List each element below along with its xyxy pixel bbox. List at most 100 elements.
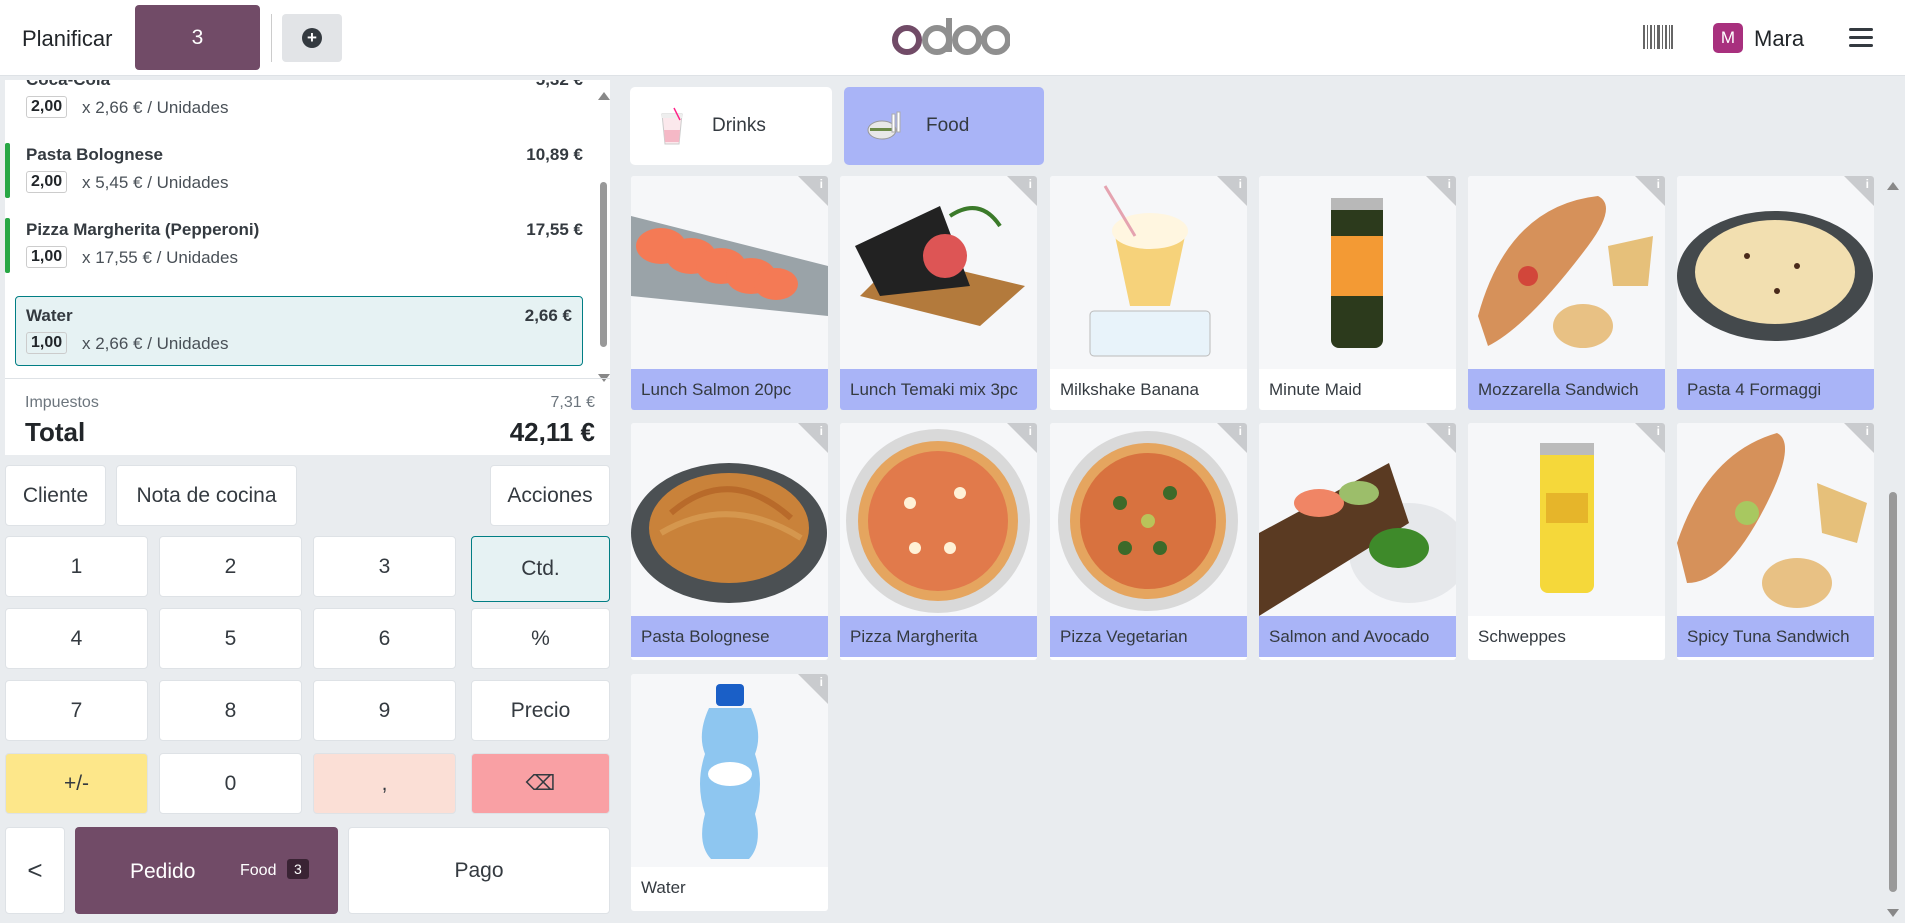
product-name: Water (641, 878, 686, 897)
order-line-name: Coca-Cola (26, 80, 110, 90)
divider (271, 14, 272, 62)
numpad-plus-minus[interactable]: +/- (5, 753, 148, 814)
numpad-9[interactable]: 9 (313, 680, 456, 741)
tax-value: 7,31 € (550, 394, 595, 411)
info-icon[interactable] (1217, 176, 1247, 206)
order-line[interactable]: Pasta Bolognese 10,89 € 2,00 x 5,45 € / … (5, 136, 593, 206)
odoo-logo (892, 18, 1010, 55)
numpad-1[interactable]: 1 (5, 536, 148, 597)
actions-button[interactable]: Acciones (490, 465, 610, 526)
info-icon[interactable] (1635, 423, 1665, 453)
customer-button[interactable]: Cliente (5, 465, 106, 526)
tax-label: Impuestos (25, 394, 99, 411)
order-line-qty: 2,00 (26, 96, 68, 118)
product-card[interactable]: i Schweppes (1468, 423, 1665, 660)
order-count-badge: 3 (287, 859, 309, 879)
product-card[interactable]: i Mozzarella Sandwich (1468, 176, 1665, 410)
product-card[interactable]: i Lunch Salmon 20pc (631, 176, 828, 410)
numpad-qty-mode[interactable]: Ctd. (471, 536, 610, 602)
numpad-comma[interactable]: , (313, 753, 456, 814)
info-icon[interactable] (798, 423, 828, 453)
user-name[interactable]: Mara (1754, 26, 1804, 52)
product-card[interactable]: i Salmon and Avocado (1259, 423, 1456, 660)
numpad-3[interactable]: 3 (313, 536, 456, 597)
numpad-7[interactable]: 7 (5, 680, 148, 741)
product-name: Pasta 4 Formaggi (1677, 369, 1874, 410)
product-card[interactable]: i Lunch Temaki mix 3pc (840, 176, 1037, 410)
numpad-discount-mode[interactable]: % (471, 608, 610, 669)
info-icon[interactable] (1217, 423, 1247, 453)
numpad-4[interactable]: 4 (5, 608, 148, 669)
order-line[interactable]: Pizza Margherita (Pepperoni) 17,55 € 1,0… (5, 211, 593, 281)
backspace-button[interactable]: ⌫ (471, 753, 610, 814)
order-line-name: Water (26, 306, 73, 325)
order-line-qty: 2,00 (26, 171, 68, 193)
info-icon[interactable] (1844, 176, 1874, 206)
product-name: Pizza Margherita (840, 616, 1037, 657)
info-icon[interactable] (1635, 176, 1665, 206)
product-card[interactable]: i Pasta Bolognese (631, 423, 828, 660)
order-line-qty: 1,00 (26, 332, 68, 354)
product-name: Pasta Bolognese (631, 616, 828, 657)
product-name: Lunch Temaki mix 3pc (840, 369, 1037, 410)
numpad-8[interactable]: 8 (159, 680, 302, 741)
add-order-button[interactable]: + (282, 14, 342, 62)
order-line[interactable]: Coca-Cola 5,32 € 2,00 x 2,66 € / Unidade… (5, 80, 593, 131)
product-name: Spicy Tuna Sandwich (1677, 616, 1874, 657)
numpad-5[interactable]: 5 (159, 608, 302, 669)
order-lines: Coca-Cola 5,32 € 2,00 x 2,66 € / Unidade… (5, 80, 610, 455)
avatar[interactable]: M (1713, 23, 1743, 53)
order-button-label: Pedido (130, 860, 196, 883)
info-icon[interactable] (798, 674, 828, 704)
numpad-2[interactable]: 2 (159, 536, 302, 597)
product-name: Lunch Salmon 20pc (631, 369, 828, 410)
order-line-name: Pasta Bolognese (26, 145, 163, 164)
product-card[interactable]: i Milkshake Banana (1050, 176, 1247, 410)
info-icon[interactable] (1844, 423, 1874, 453)
numpad-0[interactable]: 0 (159, 753, 302, 814)
order-scrollbar[interactable] (598, 92, 610, 382)
order-tab[interactable]: 3 (135, 5, 260, 70)
product-card[interactable]: i Pasta 4 Formaggi (1677, 176, 1874, 410)
info-icon[interactable] (1007, 423, 1037, 453)
order-category-label: Food (240, 862, 277, 879)
drink-cup-icon (661, 107, 683, 145)
product-card[interactable]: i Spicy Tuna Sandwich (1677, 423, 1874, 660)
order-line-price: 17,55 € (526, 220, 583, 239)
kitchen-note-button[interactable]: Nota de cocina (116, 465, 297, 526)
product-card[interactable]: i Water (631, 674, 828, 911)
product-name: Schweppes (1478, 627, 1566, 646)
category-label: Food (926, 115, 970, 136)
burger-fries-icon (867, 111, 901, 140)
sent-indicator (5, 218, 10, 273)
numpad-6[interactable]: 6 (313, 608, 456, 669)
product-name: Milkshake Banana (1060, 380, 1199, 399)
total-value: 42,11 € (509, 417, 595, 447)
category-label: Drinks (712, 115, 766, 136)
info-icon[interactable] (1007, 176, 1037, 206)
info-icon[interactable] (798, 176, 828, 206)
payment-button[interactable]: Pago (348, 827, 610, 914)
product-card[interactable]: i Pizza Margherita (840, 423, 1037, 660)
total-label: Total (25, 417, 86, 447)
back-button[interactable]: < (5, 827, 65, 914)
info-icon[interactable] (1426, 423, 1456, 453)
order-line-qty: 1,00 (26, 246, 68, 268)
info-icon[interactable] (1426, 176, 1456, 206)
product-name: Salmon and Avocado (1259, 616, 1456, 657)
barcode-icon[interactable] (1643, 25, 1673, 49)
order-line-unit: x 2,66 € / Unidades (82, 334, 229, 353)
order-button[interactable]: Pedido Food 3 (75, 827, 338, 914)
plus-icon: + (302, 28, 322, 48)
product-card[interactable]: i Minute Maid (1259, 176, 1456, 410)
product-card[interactable]: i Pizza Vegetarian (1050, 423, 1247, 660)
numpad-price-mode[interactable]: Precio (471, 680, 610, 741)
category-drinks[interactable]: Drinks (630, 87, 832, 165)
order-line-selected[interactable]: Water 2,66 € 1,00 x 2,66 € / Unidades (15, 296, 583, 366)
menu-icon[interactable] (1849, 28, 1873, 48)
category-food[interactable]: Food (844, 87, 1044, 165)
products-scrollbar[interactable] (1887, 182, 1899, 917)
plan-button[interactable]: Planificar (22, 26, 112, 52)
order-line-price: 5,32 € (536, 80, 583, 90)
order-line-price: 2,66 € (524, 306, 572, 325)
